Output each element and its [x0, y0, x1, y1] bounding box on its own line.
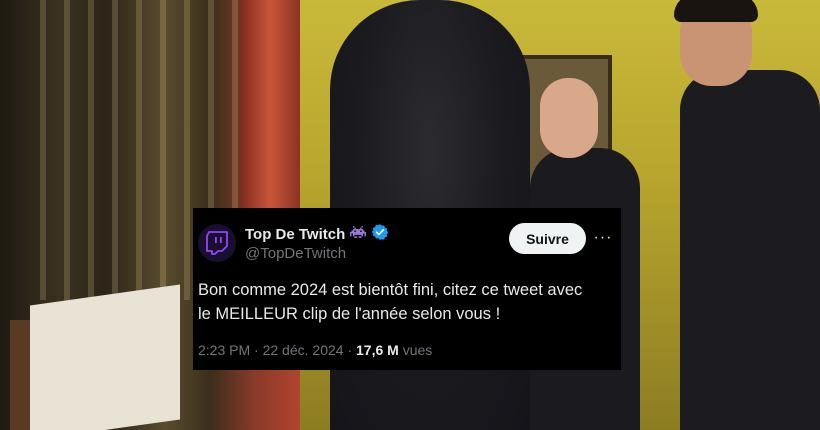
tweet-text-line-1: Bon comme 2024 est bientôt fini, citez c…: [198, 281, 583, 299]
background-person-right: [670, 0, 820, 430]
background-curtain: [240, 0, 300, 230]
tweet-date[interactable]: 22 déc. 2024: [263, 342, 344, 358]
meta-separator-1: ·: [254, 342, 259, 358]
background-towel: [30, 284, 180, 430]
views-label: vues: [402, 342, 433, 358]
verified-badge-icon: [371, 223, 389, 246]
tweet-card[interactable]: Top De Twitch @TopDeTwitch Suivre ··· Bo…: [193, 208, 621, 370]
more-options-icon[interactable]: ···: [594, 229, 612, 246]
views-count: 17,6 M: [356, 342, 399, 358]
author-name-row[interactable]: Top De Twitch: [245, 223, 389, 246]
author-handle[interactable]: @TopDeTwitch: [245, 245, 346, 262]
twitch-logo-icon[interactable]: [198, 224, 236, 262]
meta-separator-2: ·: [347, 342, 353, 358]
follow-button[interactable]: Suivre: [509, 223, 586, 254]
author-display-name[interactable]: Top De Twitch: [245, 226, 345, 243]
tweet-text-line-2: le MEILLEUR clip de l'année selon vous !: [198, 305, 501, 323]
space-invader-icon: [350, 225, 367, 244]
tweet-metadata: 2:23 PM · 22 déc. 2024 · 17,6 M vues: [198, 342, 432, 358]
tweet-time[interactable]: 2:23 PM: [198, 342, 250, 358]
tweet-text: Bon comme 2024 est bientôt fini, citez c…: [198, 278, 618, 326]
